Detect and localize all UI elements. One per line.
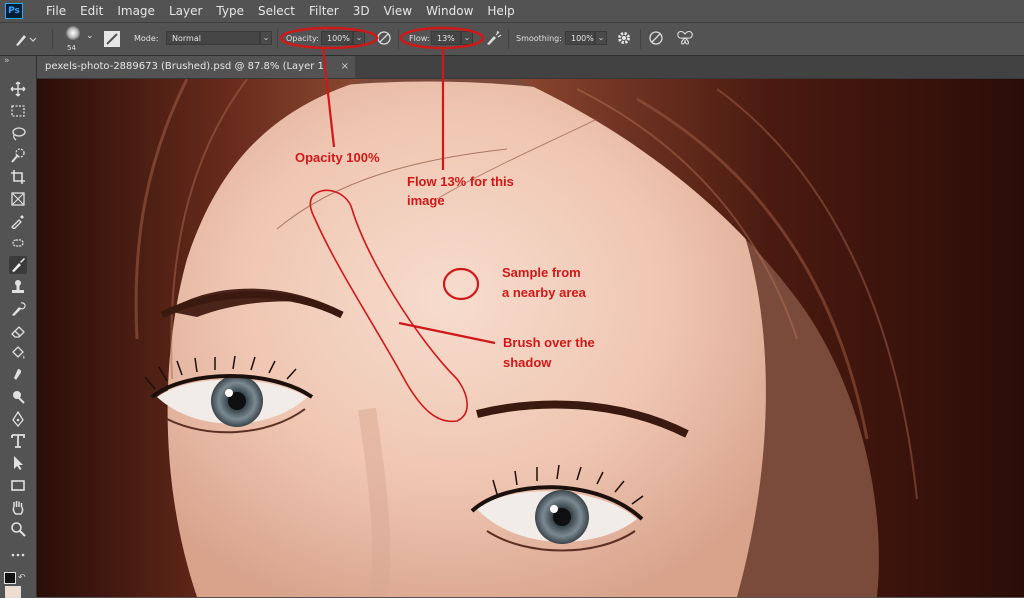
brush-size-value: 54 — [67, 44, 76, 52]
document-canvas[interactable]: Opacity 100% Flow 13% for this image Sam… — [37, 79, 1024, 597]
eraser-icon[interactable] — [9, 322, 27, 340]
hand-icon[interactable] — [9, 498, 27, 516]
menu-file[interactable]: File — [39, 4, 73, 18]
tools-panel: » ↶ — [0, 56, 37, 598]
annotation-brush-line1: Brush over the — [503, 335, 595, 350]
opacity-dropdown-chevron-icon[interactable]: ⌄ — [353, 31, 365, 45]
opacity-label: Opacity: — [286, 34, 319, 43]
smoothing-input[interactable]: 100% — [565, 31, 595, 45]
options-bar: 54 ⌄ Mode: Normal ⌄ Opacity: 100% ⌄ Flow… — [0, 23, 1024, 56]
document-tab-bar: pexels-photo-2889673 (Brushed).psd @ 87.… — [37, 56, 1024, 94]
smoothing-dropdown-chevron-icon[interactable]: ⌄ — [595, 31, 607, 45]
flow-label: Flow: — [409, 34, 430, 43]
rectangle-shape-icon[interactable] — [9, 476, 27, 494]
menu-layer[interactable]: Layer — [162, 4, 209, 18]
annotation-flow-line2: image — [407, 193, 445, 208]
menu-filter[interactable]: Filter — [302, 4, 346, 18]
eyedropper-icon[interactable] — [9, 212, 27, 230]
annotation-brush-line2: shadow — [503, 355, 552, 370]
soft-brush-tip-icon — [66, 26, 80, 40]
mode-dropdown-chevron-icon[interactable]: ⌄ — [260, 31, 272, 45]
smoothing-label: Smoothing: — [516, 34, 562, 43]
document-tab[interactable]: pexels-photo-2889673 (Brushed).psd @ 87.… — [37, 56, 355, 94]
opacity-input[interactable]: 100% — [321, 31, 353, 45]
brush-tool-icon[interactable] — [9, 256, 27, 274]
sample-area-circle — [442, 267, 480, 301]
path-selection-icon[interactable] — [9, 454, 27, 472]
menu-select[interactable]: Select — [251, 4, 302, 18]
brush-area-outline — [309, 189, 468, 423]
quick-selection-icon[interactable] — [9, 146, 27, 164]
annotation-opacity: Opacity 100% — [295, 150, 380, 165]
dodge-icon[interactable] — [9, 388, 27, 406]
menu-edit[interactable]: Edit — [73, 4, 110, 18]
pen-icon[interactable] — [9, 410, 27, 428]
menu-type[interactable]: Type — [209, 4, 251, 18]
foreground-color-swatch[interactable] — [4, 572, 16, 584]
crop-icon[interactable] — [9, 168, 27, 186]
mode-label: Mode: — [134, 34, 159, 43]
menu-image[interactable]: Image — [110, 4, 162, 18]
brush-picker[interactable] — [62, 26, 84, 44]
move-tool-icon[interactable] — [9, 80, 27, 98]
paint-bucket-icon[interactable] — [9, 344, 27, 362]
lasso-icon[interactable] — [9, 124, 27, 142]
flow-input[interactable]: 13% — [431, 31, 461, 45]
close-icon[interactable]: × — [341, 56, 349, 78]
rectangular-marquee-icon[interactable] — [9, 102, 27, 120]
clone-stamp-icon[interactable] — [9, 278, 27, 296]
pressure-size-icon[interactable] — [648, 30, 664, 50]
butterfly-symmetry-icon[interactable] — [676, 30, 694, 50]
gear-icon[interactable] — [616, 30, 632, 50]
swap-colors-icon[interactable]: ↶ — [18, 573, 26, 583]
separator — [508, 29, 509, 49]
menu-view[interactable]: View — [377, 4, 419, 18]
flow-dropdown-chevron-icon[interactable]: ⌄ — [461, 31, 473, 45]
more-tools-icon[interactable] — [9, 546, 27, 564]
spot-healing-icon[interactable] — [9, 234, 27, 252]
separator — [277, 29, 278, 49]
annotation-sample-line2: a nearby area — [502, 285, 586, 300]
collapse-panel-icon[interactable]: » — [4, 56, 10, 66]
separator — [52, 29, 53, 49]
history-brush-icon[interactable] — [9, 300, 27, 318]
annotation-flow-line1: Flow 13% for this — [407, 174, 514, 189]
zoom-icon[interactable] — [9, 520, 27, 538]
frame-icon[interactable] — [9, 190, 27, 208]
brush-tool-preset-icon[interactable] — [14, 31, 37, 51]
menu-bar: Ps File Edit Image Layer Type Select Fil… — [0, 0, 1024, 23]
menu-help[interactable]: Help — [480, 4, 521, 18]
background-color-swatch[interactable] — [5, 586, 21, 598]
smudge-icon[interactable] — [9, 366, 27, 384]
separator — [640, 29, 641, 49]
separator — [398, 29, 399, 49]
menu-3d[interactable]: 3D — [346, 4, 377, 18]
annotation-sample-line1: Sample from — [502, 265, 581, 280]
brush-settings-panel-icon[interactable] — [104, 31, 120, 47]
type-tool-icon[interactable] — [9, 432, 27, 450]
pressure-opacity-icon[interactable] — [376, 30, 392, 50]
brush-pointer-line — [398, 321, 496, 345]
chevron-down-icon[interactable]: ⌄ — [86, 31, 94, 41]
airbrush-icon[interactable] — [485, 30, 503, 50]
photoshop-logo: Ps — [5, 3, 23, 19]
mode-select[interactable]: Normal — [166, 31, 260, 45]
menu-window[interactable]: Window — [419, 4, 480, 18]
